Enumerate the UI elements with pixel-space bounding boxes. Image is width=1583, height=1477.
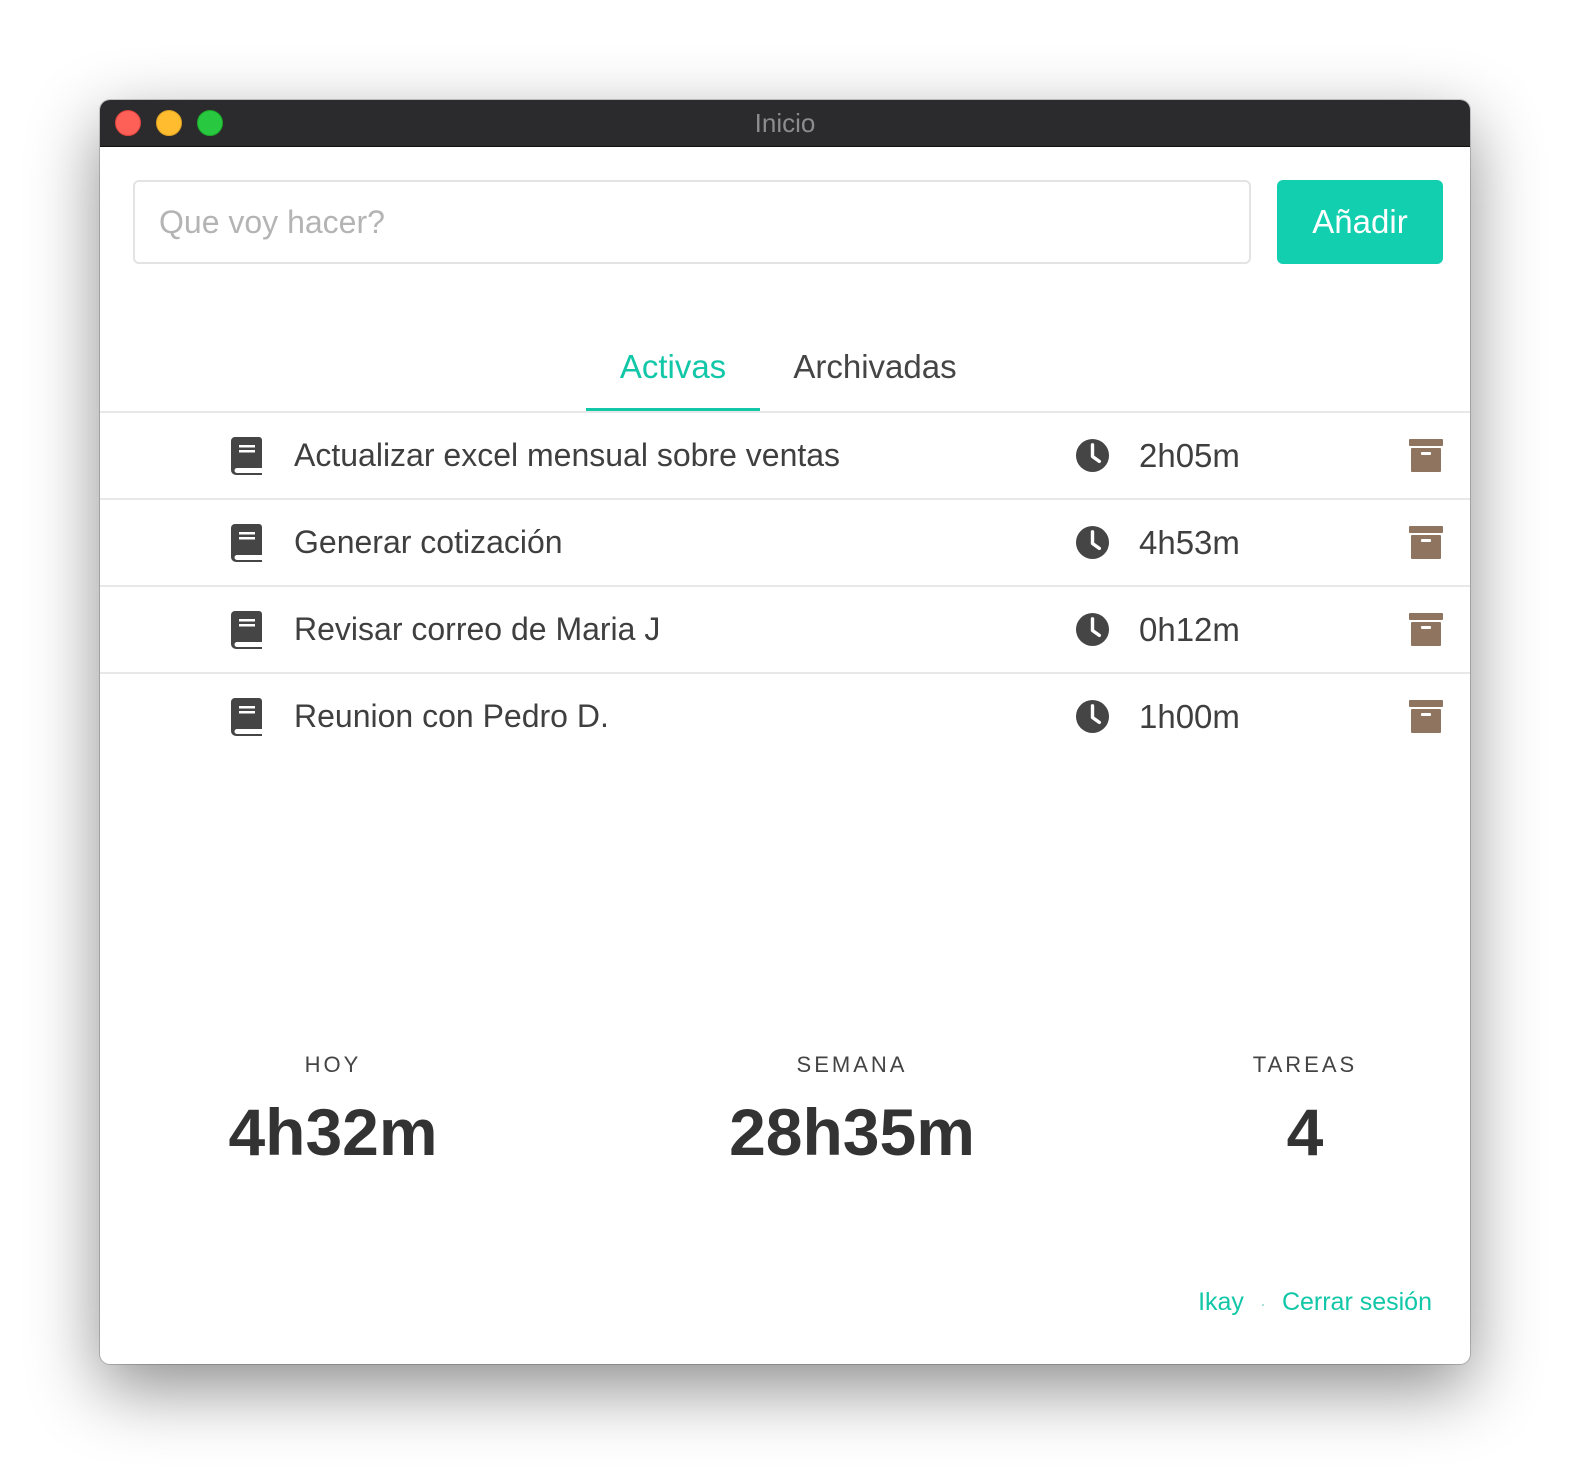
stat-today: HOY 4h32m — [183, 1050, 483, 1172]
task-input[interactable] — [133, 180, 1251, 264]
task-tabs: Activas Archivadas — [100, 335, 1470, 413]
stat-tasks: TAREAS 4 — [1185, 1050, 1425, 1172]
task-title: Generar cotización — [294, 524, 563, 560]
archive-icon[interactable] — [1409, 700, 1443, 733]
book-icon — [231, 611, 262, 649]
logout-link[interactable]: Cerrar sesión — [1282, 1288, 1432, 1316]
stat-week: SEMANA 28h35m — [667, 1050, 1037, 1172]
clock-icon — [1075, 525, 1110, 560]
task-time: 4h53m — [1139, 524, 1240, 561]
book-icon — [231, 698, 262, 736]
user-link[interactable]: Ikay — [1198, 1288, 1244, 1316]
stat-week-label: SEMANA — [796, 1052, 908, 1077]
task-title: Revisar correo de Maria J — [294, 611, 661, 647]
stat-today-value: 4h32m — [228, 1095, 438, 1169]
archive-icon[interactable] — [1409, 526, 1443, 559]
title-bar: Inicio — [100, 100, 1470, 147]
app-window: Inicio Añadir Activas Archivadas Actuali… — [100, 100, 1470, 1364]
clock-icon — [1075, 699, 1110, 734]
book-icon — [231, 524, 262, 562]
tab-activas[interactable]: Activas — [586, 335, 760, 411]
task-row[interactable]: Actualizar excel mensual sobre ventas 2h… — [100, 413, 1470, 500]
task-title: Actualizar excel mensual sobre ventas — [294, 437, 841, 473]
task-row[interactable]: Reunion con Pedro D. 1h00m — [100, 674, 1470, 759]
stat-tasks-value: 4 — [1286, 1095, 1324, 1169]
clock-icon — [1075, 612, 1110, 647]
task-time: 0h12m — [1139, 611, 1240, 648]
archive-icon[interactable] — [1409, 439, 1443, 472]
book-icon — [231, 437, 262, 475]
add-task-button[interactable]: Añadir — [1277, 180, 1443, 264]
task-row[interactable]: Generar cotización 4h53m — [100, 500, 1470, 587]
archive-icon[interactable] — [1409, 613, 1443, 646]
window-title: Inicio — [754, 108, 816, 138]
clock-icon — [1075, 438, 1110, 473]
tab-archivadas[interactable]: Archivadas — [780, 335, 970, 411]
task-time: 1h00m — [1139, 698, 1240, 735]
task-time: 2h05m — [1139, 437, 1240, 474]
stat-tasks-label: TAREAS — [1252, 1052, 1358, 1077]
task-row[interactable]: Revisar correo de Maria J 0h12m — [100, 587, 1470, 674]
task-list: Actualizar excel mensual sobre ventas 2h… — [100, 413, 1470, 759]
stat-today-label: HOY — [304, 1052, 362, 1077]
stat-week-value: 28h35m — [729, 1095, 975, 1169]
task-title: Reunion con Pedro D. — [294, 698, 609, 734]
footer-separator: · — [1259, 1294, 1266, 1314]
footer: Ikay · Cerrar sesión — [1198, 1288, 1432, 1317]
